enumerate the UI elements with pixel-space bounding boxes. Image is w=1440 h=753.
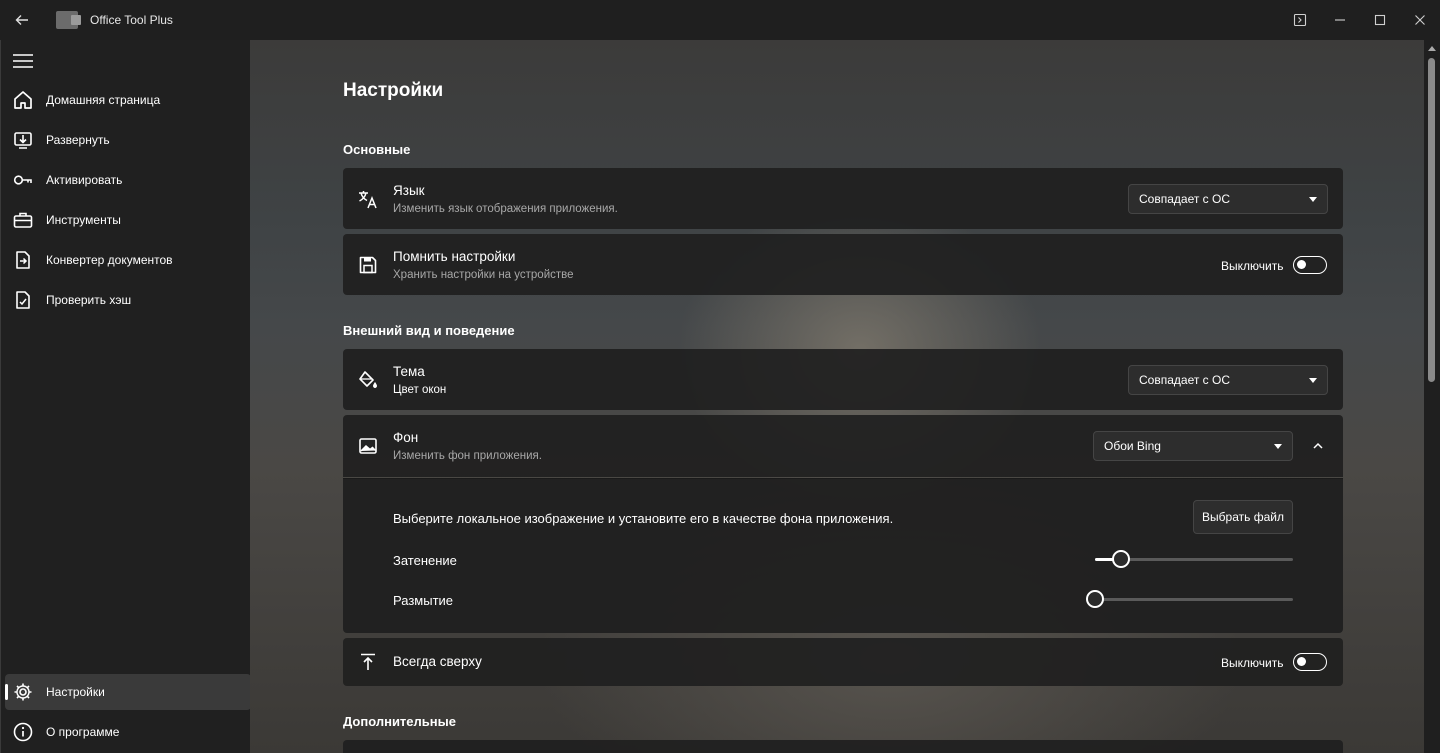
blur-label: Размытие xyxy=(393,593,454,608)
sidebar-item-label: О программе xyxy=(46,725,120,739)
info-icon xyxy=(13,722,33,742)
language-subtitle: Изменить язык отображения приложения. xyxy=(393,203,618,215)
always-on-top-card: Всегда сверху Выключить xyxy=(343,638,1343,686)
key-icon xyxy=(13,175,32,185)
page-title: Настройки xyxy=(343,80,444,101)
sidebar-item-deploy[interactable]: Развернуть xyxy=(5,122,251,158)
dimming-label: Затенение xyxy=(393,553,457,568)
theme-dropdown-value: Совпадает с ОС xyxy=(1139,373,1231,387)
sidebar-item-home[interactable]: Домашняя страница xyxy=(5,82,251,118)
back-button[interactable] xyxy=(0,0,44,40)
always-on-top-title: Всегда сверху xyxy=(393,654,482,669)
background-expanded-panel: Выберите локальное изображение и установ… xyxy=(343,478,1343,633)
sidebar-item-tools[interactable]: Инструменты xyxy=(5,202,251,238)
theme-dropdown[interactable]: Совпадает с ОС xyxy=(1128,365,1328,395)
paint-bucket-icon xyxy=(357,369,379,391)
menu-button[interactable] xyxy=(11,52,35,70)
slider-thumb[interactable] xyxy=(1112,550,1130,568)
section-title-basic: Основные xyxy=(343,142,411,157)
remember-subtitle: Хранить настройки на устройстве xyxy=(393,269,574,281)
slider-thumb[interactable] xyxy=(1086,590,1104,608)
sidebar-item-label: Домашняя страница xyxy=(46,93,161,107)
sidebar-item-label: Проверить хэш xyxy=(46,293,132,307)
section-title-additional: Дополнительные xyxy=(343,714,456,729)
additional-card xyxy=(343,740,1343,753)
hash-icon xyxy=(16,291,30,309)
remember-title: Помнить настройки xyxy=(393,249,516,264)
remember-toggle-label: Выключить xyxy=(1221,259,1284,273)
background-dropdown-value: Обои Bing xyxy=(1104,439,1161,453)
sidebar-item-label: Активировать xyxy=(46,173,123,187)
vertical-scrollbar[interactable] xyxy=(1424,40,1440,753)
theme-title: Тема xyxy=(393,364,425,379)
app-logo-icon xyxy=(56,11,81,29)
chevron-down-icon xyxy=(1309,197,1317,202)
sidebar-item-label: Настройки xyxy=(46,685,105,699)
toggle-knob xyxy=(1297,657,1306,666)
background-title: Фон xyxy=(393,430,419,445)
always-on-top-toggle-label: Выключить xyxy=(1221,656,1284,670)
maximize-button[interactable] xyxy=(1360,0,1400,40)
gear-icon xyxy=(14,683,32,701)
active-indicator xyxy=(5,684,8,700)
blur-slider[interactable] xyxy=(1086,589,1293,609)
language-dropdown-value: Совпадает с ОС xyxy=(1139,192,1231,206)
close-icon xyxy=(1415,15,1425,25)
home-icon xyxy=(14,91,32,109)
pin-top-icon xyxy=(357,651,379,673)
remember-toggle[interactable] xyxy=(1293,256,1327,274)
collapse-button[interactable] xyxy=(1308,436,1328,456)
compact-overlay-icon xyxy=(1293,13,1307,27)
title-bar: Office Tool Plus xyxy=(0,0,1440,40)
theme-subtitle: Цвет окон xyxy=(393,384,447,396)
chevron-up-icon xyxy=(1313,442,1323,449)
minimize-button[interactable] xyxy=(1320,0,1360,40)
language-dropdown[interactable]: Совпадает с ОС xyxy=(1128,184,1328,214)
sidebar-item-settings[interactable]: Настройки xyxy=(5,674,251,710)
toggle-knob xyxy=(1297,260,1306,269)
arrow-left-icon xyxy=(15,15,28,25)
minimize-icon xyxy=(1335,19,1345,21)
hamburger-icon xyxy=(13,54,33,68)
sidebar-item-check-hash[interactable]: Проверить хэш xyxy=(5,282,251,318)
local-image-description: Выберите локальное изображение и установ… xyxy=(393,511,894,526)
convert-icon xyxy=(16,251,30,269)
scroll-up-icon[interactable] xyxy=(1428,46,1436,51)
app-title: Office Tool Plus xyxy=(90,13,173,27)
maximize-icon xyxy=(1374,14,1386,26)
toolbox-icon xyxy=(13,212,33,228)
sidebar-item-label: Развернуть xyxy=(46,133,110,147)
chevron-down-icon xyxy=(1309,378,1317,383)
scroll-thumb[interactable] xyxy=(1428,58,1435,382)
background-dropdown[interactable]: Обои Bing xyxy=(1093,431,1293,461)
section-title-appearance: Внешний вид и поведение xyxy=(343,323,515,338)
close-button[interactable] xyxy=(1400,0,1440,40)
sidebar-item-label: Инструменты xyxy=(46,213,121,227)
theme-setting-card: Тема Цвет окон Совпадает с ОС xyxy=(343,349,1343,410)
compact-overlay-button[interactable] xyxy=(1280,0,1320,40)
choose-file-button[interactable]: Выбрать файл xyxy=(1193,500,1293,534)
language-setting-card: Язык Изменить язык отображения приложени… xyxy=(343,168,1343,229)
background-subtitle: Изменить фон приложения. xyxy=(393,450,542,462)
translate-icon xyxy=(357,188,379,210)
sidebar-item-activate[interactable]: Активировать xyxy=(5,162,251,198)
sidebar-item-converter[interactable]: Конвертер документов xyxy=(5,242,251,278)
always-on-top-toggle[interactable] xyxy=(1293,653,1327,671)
sidebar-item-about[interactable]: О программе xyxy=(5,714,251,750)
chevron-down-icon xyxy=(1274,444,1282,449)
deploy-icon xyxy=(14,132,32,149)
sidebar: Домашняя страница Развернуть Активироват… xyxy=(0,40,251,753)
save-icon xyxy=(357,254,379,276)
remember-settings-card: Помнить настройки Хранить настройки на у… xyxy=(343,234,1343,295)
background-setting-card[interactable]: Фон Изменить фон приложения. Обои Bing xyxy=(343,415,1343,477)
sidebar-item-label: Конвертер документов xyxy=(46,253,173,267)
settings-page: Настройки Основные Язык Изменить язык от… xyxy=(250,40,1424,753)
dimming-slider[interactable] xyxy=(1095,549,1293,569)
slider-track xyxy=(1095,598,1293,601)
language-title: Язык xyxy=(393,183,425,198)
image-icon xyxy=(357,435,379,457)
